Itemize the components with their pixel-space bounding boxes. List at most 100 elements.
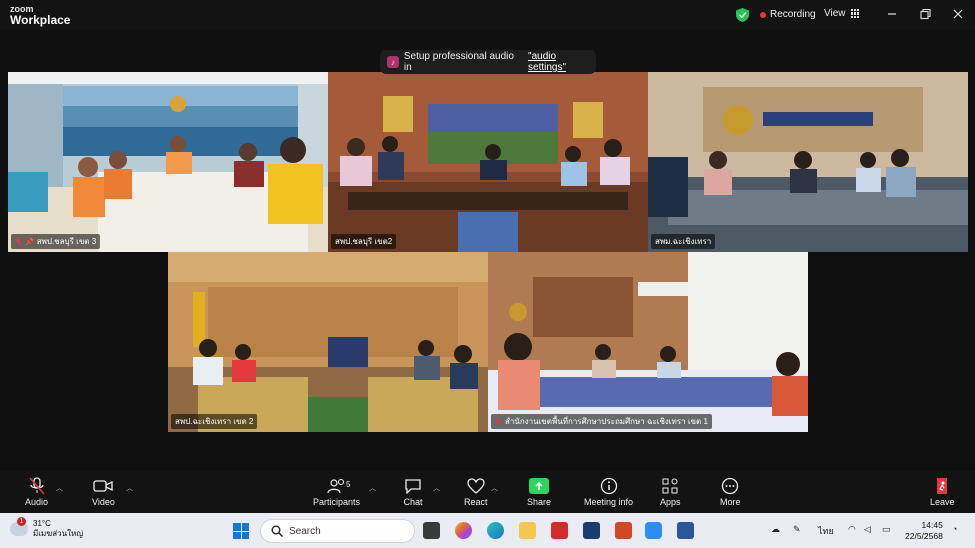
- chat-button[interactable]: Chat: [403, 477, 423, 507]
- mic-muted-icon: [495, 417, 502, 426]
- heart-icon: [466, 477, 486, 495]
- apps-button[interactable]: Apps: [660, 477, 681, 507]
- apps-label: Apps: [660, 497, 681, 507]
- tile-5-label: สำนักงานเขตพื้นที่การศึกษาประถมศึกษา ฉะเ…: [491, 414, 712, 429]
- tile-2-name: สพป.ชลบุรี เขต2: [335, 237, 393, 246]
- notification-icon[interactable]: ◔: [952, 524, 965, 536]
- tile-3-label: สพม.ฉะเชิงเทรา: [651, 234, 716, 249]
- leave-door-icon: [932, 477, 952, 495]
- clock-time: 14:45: [921, 520, 943, 530]
- video-tile-1[interactable]: 📌 สพป.ชลบุรี เขต 3: [8, 72, 328, 252]
- clock-date: 22/5/2568: [905, 531, 943, 541]
- more-dots-icon: [720, 477, 740, 495]
- share-button[interactable]: Share: [527, 477, 551, 507]
- participants-button[interactable]: Participants: [313, 477, 360, 507]
- leave-label: Leave: [930, 497, 955, 507]
- video-tile-2-active-speaker[interactable]: สพป.ชลบุรี เขต2: [328, 72, 648, 252]
- copilot-icon[interactable]: [455, 522, 472, 539]
- audio-options-chevron-icon[interactable]: ︿: [56, 483, 63, 493]
- grid-view-icon: [850, 9, 860, 18]
- view-label: View: [824, 8, 846, 19]
- meeting-toolbar: Audio ︿ Video ︿ Participants 5 ︿ Chat ︿: [0, 471, 975, 513]
- powerpoint-icon[interactable]: [615, 522, 632, 539]
- edge-browser-icon[interactable]: [487, 522, 504, 539]
- chat-bubble-icon: [403, 477, 423, 495]
- video-options-chevron-icon[interactable]: ︿: [126, 483, 133, 493]
- cloud-sync-icon[interactable]: ☁: [771, 524, 784, 536]
- share-screen-icon: [529, 478, 550, 494]
- react-options-chevron-icon[interactable]: ︿: [491, 483, 498, 493]
- wifi-icon[interactable]: ◠: [848, 524, 861, 536]
- video-feed-2: [328, 72, 648, 252]
- recorder-app-icon[interactable]: [551, 522, 568, 539]
- weather-desc: มีเมฆส่วนใหญ่: [33, 529, 84, 538]
- security-app-icon[interactable]: [583, 522, 600, 539]
- recording-indicator[interactable]: Recording: [760, 9, 816, 20]
- audio-button[interactable]: Audio: [25, 477, 48, 507]
- tile-4-name: สพป.ฉะเชิงเทรา เขต 2: [175, 417, 254, 426]
- cloud-icon: 1: [10, 517, 28, 536]
- zoom-window: zoom Workplace Recording View ♪ Setup pr…: [0, 0, 975, 548]
- zoom-app-icon[interactable]: [645, 522, 662, 539]
- pin-icon: 📌: [25, 238, 34, 246]
- mic-muted-icon: [15, 237, 22, 246]
- tile-1-label: 📌 สพป.ชลบุรี เขต 3: [11, 234, 101, 249]
- tile-3-name: สพม.ฉะเชิงเทรา: [655, 237, 712, 246]
- participants-icon: [326, 477, 347, 495]
- participants-options-chevron-icon[interactable]: ︿: [369, 483, 376, 493]
- chat-label: Chat: [403, 497, 423, 507]
- brand-line2: Workplace: [10, 13, 71, 27]
- mic-muted-icon: [27, 477, 47, 495]
- language-indicator[interactable]: ไทย: [818, 524, 838, 536]
- video-button[interactable]: Video: [92, 477, 115, 507]
- video-feed-3: [648, 72, 968, 252]
- recording-dot-icon: [760, 11, 766, 18]
- notice-text: Setup professional audio in: [403, 51, 514, 73]
- video-tile-3[interactable]: สพม.ฉะเชิงเทรา: [648, 72, 968, 252]
- info-icon: [599, 477, 619, 495]
- battery-icon[interactable]: ▭: [882, 524, 895, 536]
- react-label: React: [464, 497, 488, 507]
- video-feed-4: [168, 252, 488, 432]
- windows-taskbar: 1 31°C มีเมฆส่วนใหญ่ Search ☁ ✎ ไทย ◠ ◁ …: [0, 513, 975, 548]
- volume-icon[interactable]: ◁: [864, 524, 877, 536]
- app-logo: zoom Workplace: [10, 4, 71, 27]
- weather-temp: 31°C: [33, 519, 51, 528]
- apps-icon: [660, 477, 680, 495]
- task-view-icon[interactable]: [423, 522, 440, 539]
- restore-icon[interactable]: [918, 7, 932, 21]
- word-icon[interactable]: [677, 522, 694, 539]
- share-label: Share: [527, 497, 552, 507]
- recording-label: Recording: [770, 9, 816, 20]
- security-shield-icon[interactable]: [736, 8, 749, 22]
- audio-note-icon: ♪: [387, 56, 399, 68]
- weather-widget[interactable]: 1 31°C มีเมฆส่วนใหญ่: [10, 517, 84, 539]
- close-icon[interactable]: [951, 7, 965, 21]
- search-placeholder: Search: [289, 525, 321, 537]
- view-button[interactable]: View: [824, 8, 860, 19]
- audio-settings-notice: ♪ Setup professional audio in "audio set…: [380, 50, 596, 74]
- search-icon: [271, 525, 283, 537]
- video-tile-4[interactable]: สพป.ฉะเชิงเทรา เขต 2: [168, 252, 488, 432]
- tile-1-name: สพป.ชลบุรี เขต 3: [36, 237, 97, 246]
- react-button[interactable]: React: [464, 477, 488, 507]
- taskbar-clock[interactable]: 14:45 22/5/2568: [905, 520, 943, 542]
- audio-settings-link[interactable]: "audio settings": [528, 51, 596, 73]
- video-tile-5[interactable]: สำนักงานเขตพื้นที่การศึกษาประถมศึกษา ฉะเ…: [488, 252, 808, 432]
- tile-2-label: สพป.ชลบุรี เขต2: [331, 234, 397, 249]
- camera-icon: [93, 477, 114, 495]
- pen-icon[interactable]: ✎: [793, 524, 806, 536]
- meeting-info-button[interactable]: Meeting info: [584, 477, 633, 507]
- file-explorer-icon[interactable]: [519, 522, 536, 539]
- leave-button[interactable]: Leave: [930, 477, 955, 507]
- taskbar-search[interactable]: Search: [260, 519, 415, 543]
- minimize-icon[interactable]: [885, 7, 899, 21]
- more-button[interactable]: More: [720, 477, 741, 507]
- video-label: Video: [92, 497, 115, 507]
- title-bar: zoom Workplace Recording View: [0, 0, 975, 30]
- windows-start-icon[interactable]: [233, 523, 249, 539]
- audio-label: Audio: [25, 497, 49, 507]
- tile-5-name: สำนักงานเขตพื้นที่การศึกษาประถมศึกษา ฉะเ…: [505, 417, 708, 426]
- more-label: More: [720, 497, 741, 507]
- chat-options-chevron-icon[interactable]: ︿: [433, 483, 440, 493]
